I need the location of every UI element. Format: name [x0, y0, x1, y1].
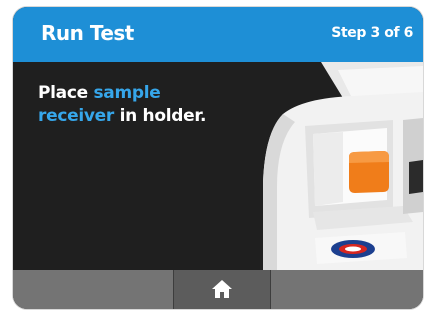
page-title: Run Test	[41, 21, 134, 45]
analyzer-device-illustration	[263, 62, 423, 270]
footer-left-button[interactable]	[13, 270, 173, 309]
footer-right-button[interactable]	[271, 270, 423, 309]
device-screen: Run Test Step 3 of 6 Place sample receiv…	[13, 7, 423, 309]
footer-bar	[13, 270, 423, 309]
home-icon	[212, 280, 232, 298]
instruction-text: Place sample receiver in holder.	[38, 82, 208, 128]
step-indicator: Step 3 of 6	[331, 25, 413, 41]
instruction-part-1: Place	[38, 83, 94, 103]
header-bar: Run Test Step 3 of 6	[13, 7, 423, 62]
home-button[interactable]	[174, 270, 270, 309]
content-area: Place sample receiver in holder.	[13, 62, 423, 270]
instruction-part-2: in holder.	[113, 106, 207, 126]
